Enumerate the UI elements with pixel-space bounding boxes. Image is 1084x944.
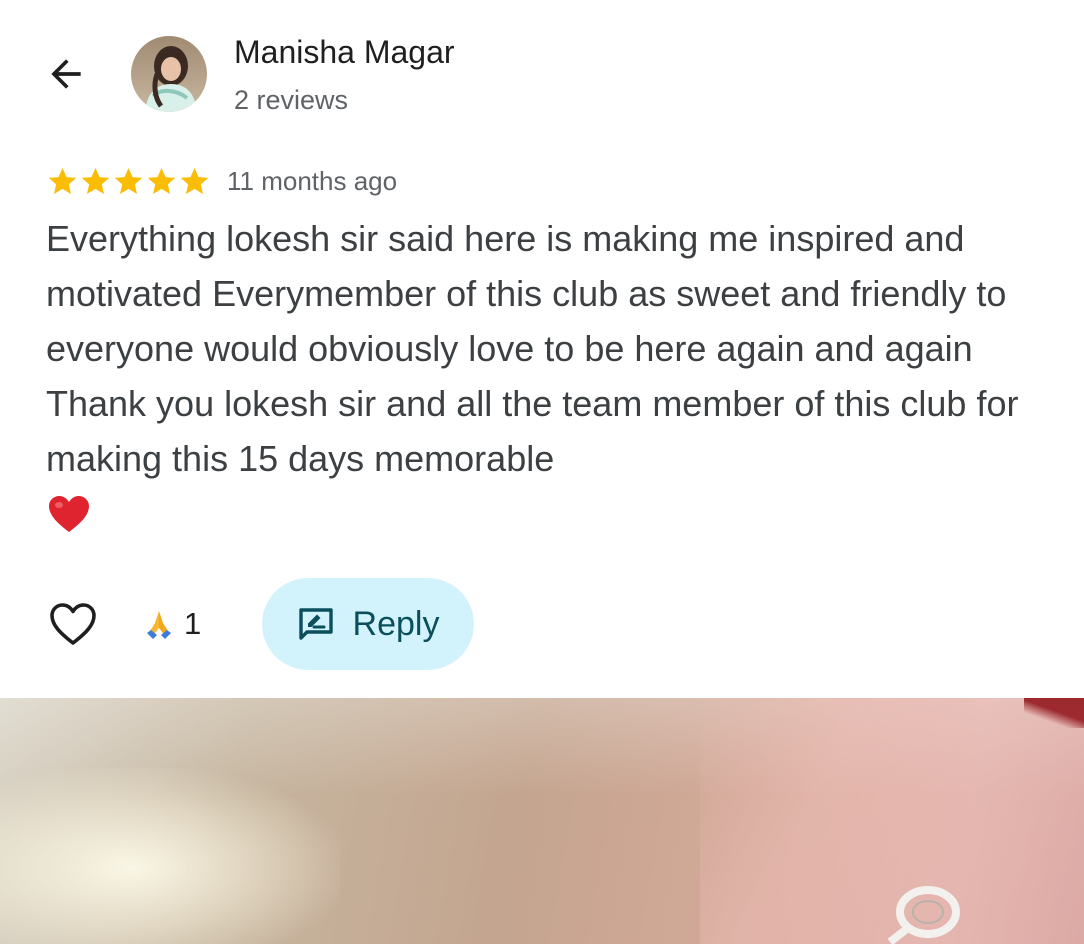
photo-corner-object: [1024, 698, 1084, 728]
review-text: Everything lokesh sir said here is makin…: [46, 218, 1019, 479]
star-icon: [114, 167, 143, 194]
rate-review-icon: [298, 608, 333, 640]
avatar[interactable]: [131, 36, 207, 112]
reaction-count: 1: [184, 606, 202, 641]
rating-row: 11 months ago: [46, 163, 397, 199]
like-button[interactable]: [46, 598, 100, 650]
avatar-photo: [131, 36, 207, 112]
star-icon: [81, 167, 110, 194]
reaction-summary[interactable]: 1: [144, 606, 201, 642]
photo-glare: [0, 768, 340, 944]
star-icon: [180, 167, 209, 194]
reply-button[interactable]: Reply: [262, 578, 474, 670]
photo-tape-roll: [887, 886, 960, 944]
review-card: Manisha Magar 2 reviews 11 months ago Ev…: [0, 0, 1084, 698]
review-time: 11 months ago: [227, 165, 398, 196]
star-icon: [48, 167, 77, 194]
folded-hands-emoji: [147, 611, 171, 639]
review-actions: 1 Reply: [0, 578, 1084, 670]
reply-label: Reply: [352, 604, 440, 643]
star-icon: [147, 167, 176, 194]
back-button[interactable]: [40, 50, 92, 98]
star-rating: [46, 165, 211, 198]
review-detail-page: Manisha Magar 2 reviews 11 months ago Ev…: [0, 0, 1084, 944]
author-review-count: 2 reviews: [234, 85, 349, 115]
red-heart-emoji: [47, 494, 91, 534]
author-name[interactable]: Manisha Magar: [234, 34, 455, 71]
heart-outline-icon: [50, 603, 96, 645]
arrow-back-icon: [51, 59, 81, 89]
